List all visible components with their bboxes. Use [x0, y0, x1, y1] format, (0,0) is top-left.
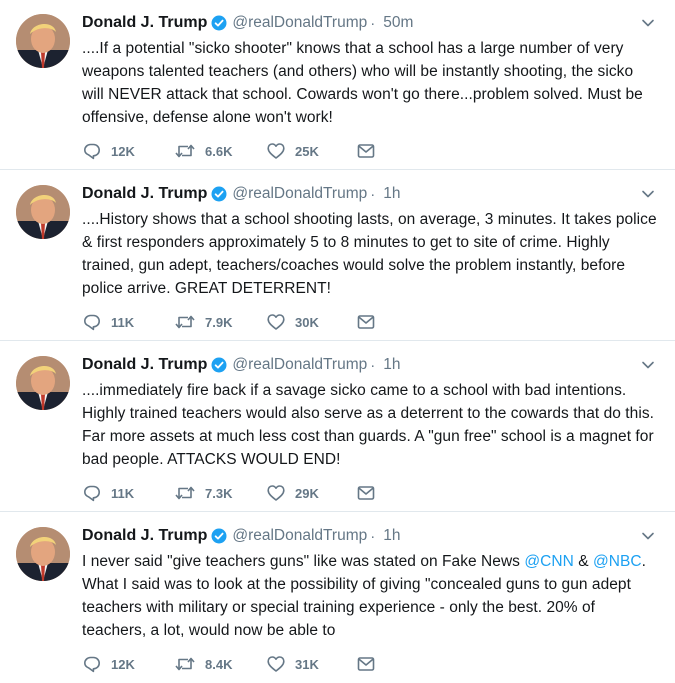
like-button[interactable]: 31K — [266, 654, 356, 674]
tweet[interactable]: Donald J. Trump @realDonaldTrump · 1h ..… — [0, 171, 675, 341]
chevron-down-icon[interactable] — [641, 16, 655, 30]
retweet-icon — [175, 144, 195, 158]
retweet-icon — [175, 315, 195, 329]
heart-icon — [267, 314, 285, 330]
reply-icon — [84, 143, 100, 160]
author-name[interactable]: Donald J. Trump — [82, 356, 207, 374]
retweet-icon — [175, 486, 195, 500]
tweet[interactable]: Donald J. Trump @realDonaldTrump · 1h I … — [0, 513, 675, 683]
reply-button[interactable]: 11K — [82, 312, 174, 332]
verified-badge-icon — [211, 528, 227, 544]
reply-count: 11K — [111, 485, 135, 501]
like-button[interactable]: 29K — [266, 483, 356, 503]
tweet-actions: 12K 6.6K 25K — [82, 140, 386, 162]
like-count: 31K — [295, 656, 319, 672]
separator-dot: · — [370, 356, 376, 374]
reply-icon — [84, 485, 100, 502]
tweet-text: ....History shows that a school shooting… — [82, 211, 657, 297]
separator-dot: · — [370, 14, 376, 32]
author-handle[interactable]: @realDonaldTrump — [232, 14, 367, 32]
tweet-header: Donald J. Trump @realDonaldTrump · 1h — [82, 525, 401, 547]
like-count: 29K — [295, 485, 319, 501]
timestamp[interactable]: 50m — [383, 14, 413, 32]
avatar-image — [16, 356, 70, 410]
envelope-icon — [357, 315, 375, 329]
like-button[interactable]: 25K — [266, 141, 356, 161]
like-count: 30K — [295, 314, 319, 330]
heart-icon — [267, 485, 285, 501]
avatar[interactable] — [16, 14, 70, 68]
author-name[interactable]: Donald J. Trump — [82, 14, 207, 32]
tweet[interactable]: Donald J. Trump @realDonaldTrump · 50m .… — [0, 0, 675, 170]
mention-link-nbc[interactable]: @NBC — [593, 553, 642, 570]
reply-button[interactable]: 12K — [82, 654, 174, 674]
like-count: 25K — [295, 143, 319, 159]
author-handle[interactable]: @realDonaldTrump — [232, 185, 367, 203]
tweet-header: Donald J. Trump @realDonaldTrump · 1h — [82, 354, 401, 376]
retweet-button[interactable]: 6.6K — [174, 141, 266, 161]
tweet[interactable]: Donald J. Trump @realDonaldTrump · 1h ..… — [0, 342, 675, 512]
avatar-image — [16, 185, 70, 239]
retweet-button[interactable]: 7.3K — [174, 483, 266, 503]
tweet-actions: 11K 7.9K 30K — [82, 311, 386, 333]
tweet-text: I never said "give teachers guns" like w… — [82, 550, 657, 642]
separator-dot: · — [370, 185, 376, 203]
retweet-count: 8.4K — [205, 656, 233, 672]
chevron-down-icon[interactable] — [641, 529, 655, 543]
like-button[interactable]: 30K — [266, 312, 356, 332]
separator-dot: · — [370, 527, 376, 545]
reply-button[interactable]: 11K — [82, 483, 174, 503]
reply-icon — [84, 656, 100, 673]
direct-message-button[interactable] — [356, 141, 386, 161]
envelope-icon — [357, 486, 375, 500]
tweet-text-segment: I never said "give teachers guns" like w… — [82, 553, 525, 570]
reply-count: 11K — [111, 314, 135, 330]
author-name[interactable]: Donald J. Trump — [82, 527, 207, 545]
heart-icon — [267, 143, 285, 159]
timestamp[interactable]: 1h — [383, 356, 400, 374]
retweet-button[interactable]: 7.9K — [174, 312, 266, 332]
chevron-down-icon[interactable] — [641, 187, 655, 201]
reply-count: 12K — [111, 143, 135, 159]
avatar-image — [16, 14, 70, 68]
verified-badge-icon — [211, 15, 227, 31]
tweet-actions: 12K 8.4K 31K — [82, 653, 386, 675]
tweet-header: Donald J. Trump @realDonaldTrump · 1h — [82, 183, 401, 205]
timestamp[interactable]: 1h — [383, 185, 400, 203]
author-name[interactable]: Donald J. Trump — [82, 185, 207, 203]
envelope-icon — [357, 144, 375, 158]
retweet-count: 7.9K — [205, 314, 233, 330]
reply-icon — [84, 314, 100, 331]
tweet-timeline: Donald J. Trump @realDonaldTrump · 50m .… — [0, 0, 675, 683]
tweet-header: Donald J. Trump @realDonaldTrump · 50m — [82, 12, 413, 34]
retweet-count: 7.3K — [205, 485, 233, 501]
heart-icon — [267, 656, 285, 672]
verified-badge-icon — [211, 357, 227, 373]
avatar[interactable] — [16, 527, 70, 581]
avatar-image — [16, 527, 70, 581]
direct-message-button[interactable] — [356, 654, 386, 674]
reply-count: 12K — [111, 656, 135, 672]
author-handle[interactable]: @realDonaldTrump — [232, 356, 367, 374]
retweet-icon — [175, 657, 195, 671]
avatar[interactable] — [16, 185, 70, 239]
retweet-count: 6.6K — [205, 143, 233, 159]
direct-message-button[interactable] — [356, 483, 386, 503]
author-handle[interactable]: @realDonaldTrump — [232, 527, 367, 545]
tweet-text-segment: & — [573, 553, 593, 570]
retweet-button[interactable]: 8.4K — [174, 654, 266, 674]
tweet-text: ....immediately fire back if a savage si… — [82, 382, 654, 468]
envelope-icon — [357, 657, 375, 671]
verified-badge-icon — [211, 186, 227, 202]
direct-message-button[interactable] — [356, 312, 386, 332]
tweet-actions: 11K 7.3K 29K — [82, 482, 386, 504]
tweet-text: ....If a potential "sicko shooter" knows… — [82, 40, 643, 126]
avatar[interactable] — [16, 356, 70, 410]
reply-button[interactable]: 12K — [82, 141, 174, 161]
chevron-down-icon[interactable] — [641, 358, 655, 372]
mention-link-cnn[interactable]: @CNN — [524, 553, 574, 570]
timestamp[interactable]: 1h — [383, 527, 400, 545]
